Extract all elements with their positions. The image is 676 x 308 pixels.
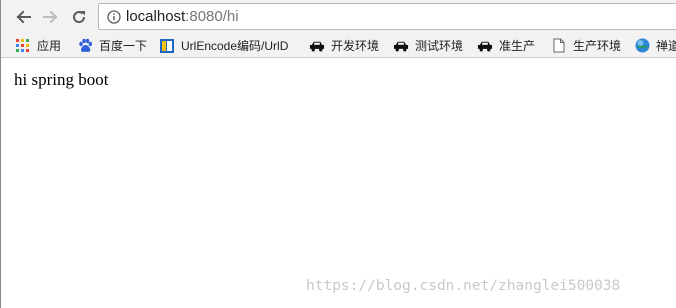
- back-button[interactable]: [13, 7, 33, 27]
- bookmark-test-env[interactable]: 测试环境: [393, 36, 463, 55]
- browser-window: localhost:8080/hi 应用 百度一下 UrlEncode编码/Ur…: [0, 0, 676, 308]
- reload-icon: [73, 11, 86, 24]
- url-host: localhost: [126, 8, 186, 25]
- bookmark-urlencode[interactable]: UrlEncode编码/UrlD: [159, 36, 288, 55]
- url-text[interactable]: localhost:8080/hi: [126, 8, 239, 25]
- car-icon: [309, 38, 325, 54]
- bookmark-baidu[interactable]: 百度一下: [77, 36, 147, 55]
- address-bar[interactable]: localhost:8080/hi: [98, 3, 676, 30]
- bookmark-apps[interactable]: 应用: [15, 36, 61, 55]
- bookmark-label: 生产环境: [573, 39, 622, 53]
- baidu-paw-icon: [77, 38, 93, 54]
- page-body-text: hi spring boot: [14, 70, 109, 89]
- globe-icon: [634, 38, 650, 54]
- bookmark-label: 百度一下: [99, 39, 148, 53]
- bookmark-zentao[interactable]: 禅道: [634, 36, 676, 55]
- bookmark-label: 测试环境: [415, 39, 464, 53]
- page-content: hi spring boot https://blog.csdn.net/zha…: [1, 59, 676, 308]
- bookmarks-bar: 应用 百度一下 UrlEncode编码/UrlD 开发环境 测试环境 准生产 生…: [1, 33, 676, 58]
- url-path: :8080/hi: [185, 8, 239, 25]
- bookmark-label: 禅道: [656, 39, 676, 53]
- bookmark-label: UrlEncode编码/UrlD: [181, 39, 289, 53]
- bookmark-pre-prod[interactable]: 准生产: [477, 36, 535, 55]
- bookmark-label: 准生产: [499, 39, 536, 53]
- info-icon[interactable]: [107, 10, 121, 24]
- bookmark-dev-env[interactable]: 开发环境: [309, 36, 379, 55]
- browser-toolbar: localhost:8080/hi: [1, 0, 676, 33]
- arrow-right-icon: [43, 10, 58, 24]
- bookmark-label: 应用: [37, 39, 62, 53]
- bookmark-label: 开发环境: [331, 39, 380, 53]
- blank-page-icon: [551, 38, 567, 54]
- forward-button[interactable]: [41, 7, 61, 27]
- bookmark-prod-env[interactable]: 生产环境: [551, 36, 621, 55]
- car-icon: [477, 38, 493, 54]
- car-icon: [393, 38, 409, 54]
- bookmark-page-icon: [159, 38, 175, 54]
- reload-button[interactable]: [69, 7, 89, 27]
- watermark-text: https://blog.csdn.net/zhanglei500038: [306, 278, 621, 294]
- arrow-left-icon: [16, 10, 31, 24]
- apps-grid-icon: [15, 38, 31, 54]
